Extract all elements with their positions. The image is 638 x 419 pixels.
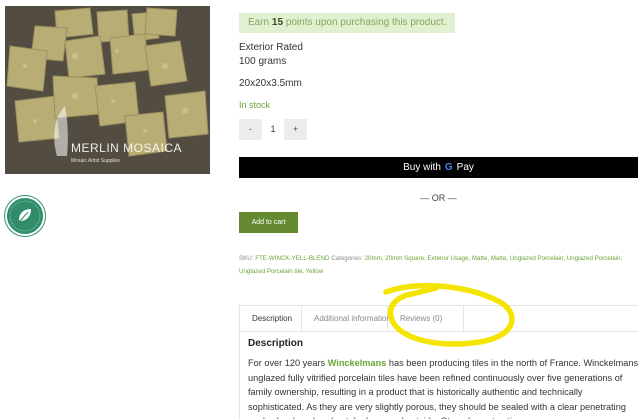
description-heading: Description [248,338,304,349]
product-meta: SKU: FTE-WINCK-YELL-BLEND Categories: 20… [239,252,638,278]
categories-label: Categories: [331,255,363,262]
tiles-photo: MERLIN MOSAICA Mosaic Artist Supplies [5,6,210,174]
product-image[interactable]: MERLIN MOSAICA Mosaic Artist Supplies [5,6,210,174]
tab-additional-information[interactable]: Additional information [302,306,391,332]
add-to-cart-button[interactable]: Add to cart [239,212,298,233]
gpay-label: Pay [456,162,474,173]
attribute-weight: 100 grams [239,56,287,67]
quantity-increase-button[interactable]: + [284,119,307,140]
description-intro: For over 120 years [248,358,326,368]
tab-reviews[interactable]: Reviews (0) [388,306,464,332]
or-separator: — OR — [420,193,457,203]
gpay-prefix: Buy with [403,162,441,173]
brand-link[interactable]: Winckelmans [328,358,387,368]
attribute-usage: Exterior Rated [239,42,303,53]
google-pay-button[interactable]: Buy with G Pay [239,157,638,178]
sku-label: SKU: [239,255,254,262]
attribute-size: 20x20x3.5mm [239,78,302,89]
svg-text:Mosaic Artist Supplies: Mosaic Artist Supplies [71,158,120,164]
leaf-badge-icon [5,196,45,236]
google-g-icon: G [445,162,453,173]
quantity-stepper: - + [239,119,307,140]
points-amount: 15 [271,17,284,28]
quantity-input[interactable] [262,119,284,140]
sku-value: FTE-WINCK-YELL-BLEND [255,255,330,262]
points-suffix: points upon purchasing this product. [285,17,447,28]
description-text: For over 120 years Winckelmans has been … [248,356,638,419]
google-g-letter: G [444,162,453,173]
quantity-decrease-button[interactable]: - [239,119,262,140]
description-panel: Description For over 120 years Winckelma… [239,331,638,419]
points-notice: Earn 15 points upon purchasing this prod… [239,13,456,33]
svg-text:MERLIN MOSAICA: MERLIN MOSAICA [71,141,182,155]
stock-status: In stock [239,100,271,110]
product-tabs: Description Additional information Revie… [239,305,638,332]
points-prefix: Earn [248,17,270,28]
tab-description[interactable]: Description [239,306,302,332]
